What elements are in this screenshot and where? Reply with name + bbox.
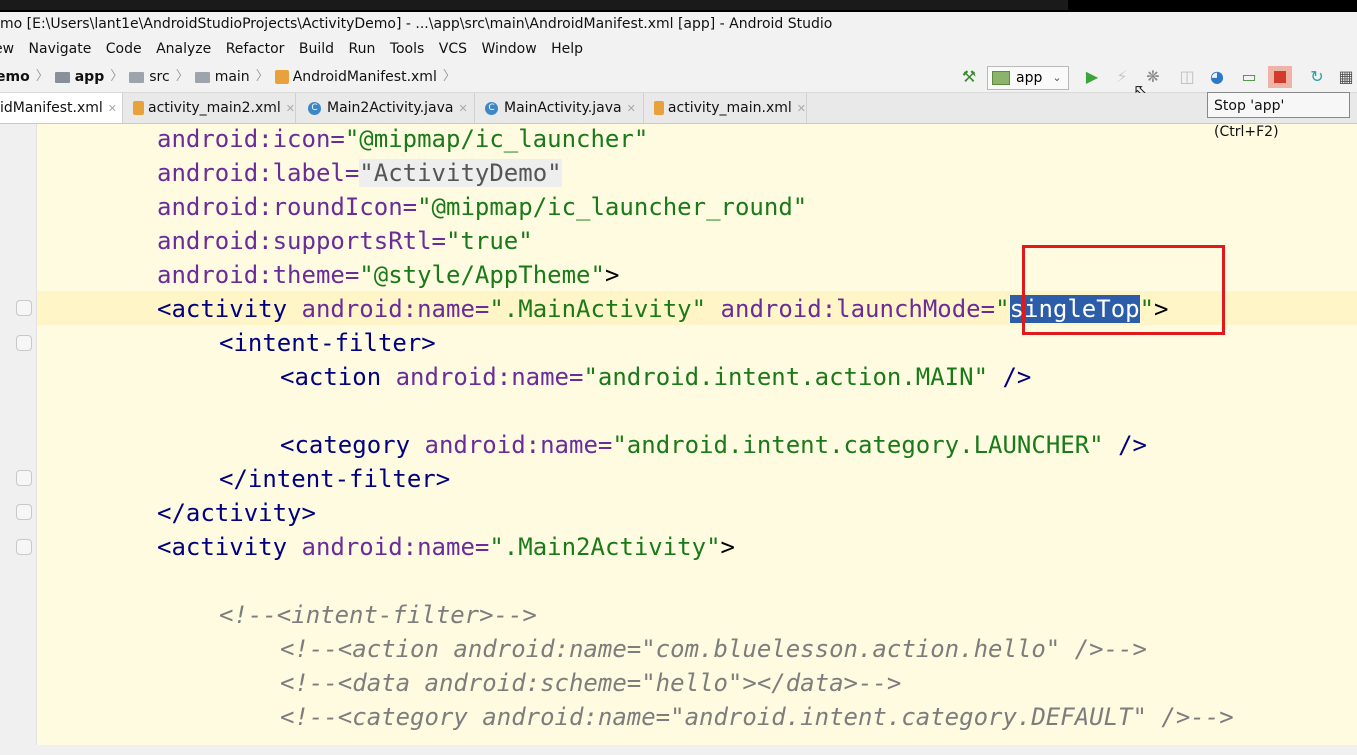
tab-label: MainActivity.java (504, 100, 622, 116)
menu-analyze[interactable]: Analyze (156, 36, 211, 62)
tab-label: Main2Activity.java (327, 100, 454, 116)
breadcrumb-project[interactable]: emo (0, 62, 30, 92)
screen-top-strip (0, 0, 1357, 12)
code-comment-line: <!--<data android:scheme="hello"></data>… (280, 669, 902, 697)
highlight-annotation-box (1022, 245, 1225, 335)
stop-icon[interactable] (1268, 66, 1292, 88)
code-line: android:label="ActivityDemo" (157, 159, 562, 187)
fold-marker-icon[interactable] (16, 300, 32, 316)
breadcrumb: emo 〉 app 〉 src 〉 main 〉 AndroidManifest… (0, 62, 462, 92)
code-line: <intent-filter> (219, 329, 436, 357)
window-title: mo [E:\Users\lant1e\AndroidStudioProject… (0, 12, 1357, 36)
code-line: <action android:name="android.intent.act… (280, 363, 1032, 391)
code-comment-line: <!--<category android:name="android.inte… (280, 703, 1234, 731)
navigation-bar: emo 〉 app 〉 src 〉 main 〉 AndroidManifest… (0, 62, 1357, 93)
tab-androidmanifest[interactable]: idManifest.xml ✕ (0, 93, 123, 123)
fold-marker-icon[interactable] (16, 335, 32, 351)
breadcrumb-src[interactable]: src (149, 62, 169, 92)
breadcrumb-separator-icon: 〉 (110, 69, 124, 84)
menu-view[interactable]: ew (0, 36, 14, 62)
breadcrumb-file[interactable]: AndroidManifest.xml (293, 62, 437, 92)
menu-tools[interactable]: Tools (390, 36, 425, 62)
breadcrumb-separator-icon: 〉 (175, 69, 189, 84)
code-line: android:theme="@style/AppTheme"> (157, 261, 620, 289)
close-icon[interactable]: ✕ (108, 102, 117, 115)
menu-window[interactable]: Window (481, 36, 536, 62)
menu-bar: ew Navigate Code Analyze Refactor Build … (0, 36, 1357, 62)
breadcrumb-main[interactable]: main (215, 62, 250, 92)
menu-vcs[interactable]: VCS (439, 36, 467, 62)
java-class-icon: C (308, 101, 321, 115)
breadcrumb-module[interactable]: app (75, 62, 105, 92)
xml-file-icon (654, 101, 664, 115)
fold-marker-icon[interactable] (16, 504, 32, 520)
sync-icon[interactable]: ↻ (1306, 66, 1328, 88)
folder-icon (194, 71, 210, 83)
menu-refactor[interactable]: Refactor (226, 36, 285, 62)
editor-tabs: idManifest.xml ✕ activity_main2.xml ✕ C Ma… (0, 93, 1357, 124)
device-manager-icon[interactable]: ▦ (1336, 66, 1356, 88)
menu-run[interactable]: Run (349, 36, 376, 62)
coverage-icon[interactable]: ◫ (1176, 66, 1198, 88)
code-line: </intent-filter> (219, 465, 451, 493)
tab-activity-main[interactable]: activity_main.xml ✕ (644, 93, 807, 123)
menu-help[interactable]: Help (551, 36, 583, 62)
tab-mainactivity[interactable]: C MainActivity.java ✕ (475, 93, 644, 123)
folder-icon (129, 71, 145, 83)
breadcrumb-separator-icon: 〉 (442, 69, 456, 84)
code-line: android:roundIcon="@mipmap/ic_launcher_r… (157, 193, 808, 221)
breadcrumb-separator-icon: 〉 (255, 69, 269, 84)
android-module-icon (992, 71, 1010, 85)
java-class-icon: C (485, 101, 498, 115)
apply-changes-icon[interactable]: ⚡ (1113, 66, 1131, 88)
editor-gutter (0, 124, 37, 745)
run-configuration-select[interactable]: app ⌄ (987, 66, 1069, 90)
code-line: </activity> (157, 499, 316, 527)
profile-icon[interactable]: ◕ (1206, 66, 1228, 88)
bottom-edge (0, 745, 1357, 755)
close-icon[interactable]: ✕ (286, 102, 295, 115)
close-icon[interactable]: ✕ (627, 102, 636, 115)
menu-code[interactable]: Code (106, 36, 142, 62)
code-comment-line: <!--<intent-filter>--> (219, 601, 537, 629)
tab-label: idManifest.xml (0, 100, 103, 116)
module-folder-icon (54, 71, 70, 83)
top-dark-bar (0, 0, 1068, 10)
code-comment-line: <!--<action android:name="com.bluelesson… (280, 635, 1147, 663)
code-line: <category android:name="android.intent.c… (280, 431, 1147, 459)
menu-build[interactable]: Build (299, 36, 334, 62)
tab-label: activity_main2.xml (148, 100, 281, 116)
code-line: android:supportsRtl="true" (157, 227, 533, 255)
run-icon[interactable]: ▶ (1081, 66, 1103, 88)
menu-navigate[interactable]: Navigate (29, 36, 92, 62)
tab-activity-main2[interactable]: activity_main2.xml ✕ (123, 93, 296, 123)
tab-main2activity[interactable]: C Main2Activity.java ✕ (296, 93, 475, 123)
stop-tooltip: Stop 'app' (Ctrl+F2) (1207, 92, 1350, 140)
code-line: <activity android:name=".Main2Activity"> (157, 533, 735, 561)
breadcrumb-separator-icon: 〉 (35, 69, 49, 84)
manifest-file-icon (274, 70, 289, 84)
fold-marker-icon[interactable] (16, 539, 32, 555)
close-icon[interactable]: ✕ (458, 102, 467, 115)
code-line-current: <activity android:name=".MainActivity" a… (157, 295, 1169, 323)
make-project-hammer-icon[interactable]: ⚒ (958, 66, 980, 88)
chevron-down-icon: ⌄ (1052, 71, 1062, 84)
tab-label: activity_main.xml (667, 100, 792, 116)
close-icon[interactable]: ✕ (797, 102, 806, 115)
code-line: android:icon="@mipmap/ic_launcher" (157, 125, 649, 153)
xml-file-icon (133, 101, 145, 115)
fold-marker-icon[interactable] (16, 470, 32, 486)
attach-debugger-icon[interactable]: ▭ (1238, 66, 1260, 88)
code-editor[interactable]: android:icon="@mipmap/ic_launcher" andro… (37, 124, 1357, 745)
run-configuration-label: app (1016, 70, 1043, 86)
